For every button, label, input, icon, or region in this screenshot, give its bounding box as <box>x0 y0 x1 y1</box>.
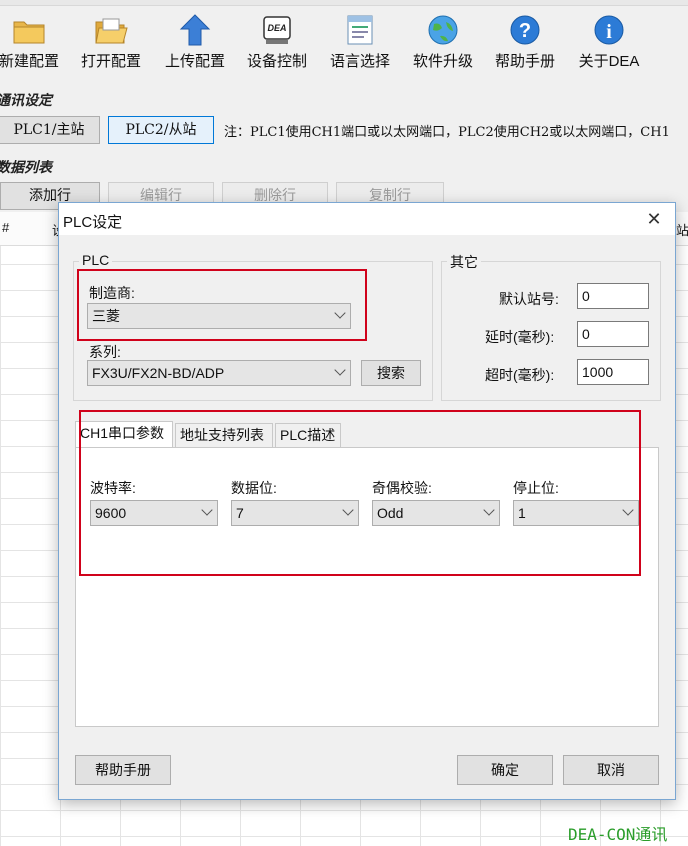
dea-device-icon: DEA <box>263 16 291 44</box>
stop-bits-select[interactable]: 1 <box>513 500 639 526</box>
language-select-button[interactable]: 语言选择 <box>324 14 396 72</box>
chevron-down-icon <box>622 504 634 516</box>
device-control-button[interactable]: DEA 设备控制 <box>242 14 312 72</box>
stopbits-value: 1 <box>518 505 526 521</box>
tab-plc-description[interactable]: PLC描述 <box>275 423 341 447</box>
comm-note-text: 注：PLC1使用CH1端口或以太网端口，PLC2使用CH2或以太网端口，CH1 <box>224 125 670 140</box>
manufacturer-label: 制造商: <box>89 285 135 301</box>
app-window: 新建配置 打开配置 上传配置 DEA 设备控制 语言选择 软件升级 ? 帮助手册… <box>0 0 688 846</box>
toolbar-label: 语言选择 <box>329 53 390 70</box>
chevron-down-icon <box>201 504 213 516</box>
chevron-down-icon <box>483 504 495 516</box>
ok-button[interactable]: 确定 <box>457 755 553 785</box>
toolbar-label: 帮助手册 <box>494 53 555 70</box>
databits-label: 数据位: <box>231 480 277 496</box>
plc1-master-button[interactable]: PLC1/主站 <box>0 116 100 144</box>
other-group-title: 其它 <box>447 252 481 272</box>
plc2-slave-button[interactable]: PLC2/从站 <box>108 116 214 144</box>
upload-config-button[interactable]: 上传配置 <box>160 14 230 72</box>
data-bits-select[interactable]: 7 <box>231 500 359 526</box>
tab-address-list[interactable]: 地址支持列表 <box>175 423 273 447</box>
series-value: FX3U/FX2N-BD/ADP <box>92 365 225 381</box>
delay-label: 延时(毫秒): <box>485 329 555 345</box>
toolbar-label: 打开配置 <box>80 53 141 70</box>
dialog-title: PLC设定 <box>63 214 123 231</box>
datalist-section-title: 数据列表 <box>0 159 52 175</box>
svg-text:i: i <box>606 21 612 43</box>
help-manual-button[interactable]: ? 帮助手册 <box>490 14 560 72</box>
about-dea-button[interactable]: i 关于DEA <box>574 14 644 72</box>
plc-group-title: PLC <box>79 252 113 268</box>
language-icon <box>347 15 373 45</box>
toolbar-label: 新建配置 <box>0 53 59 70</box>
dialog-titlebar[interactable]: PLC设定 ✕ <box>59 203 675 235</box>
chevron-down-icon <box>342 504 354 516</box>
baud-label: 波特率: <box>90 480 136 496</box>
manufacturer-value: 三菱 <box>92 308 120 324</box>
default-station-input[interactable]: 0 <box>577 283 649 309</box>
software-upgrade-button[interactable]: 软件升级 <box>408 14 478 72</box>
parity-label: 奇偶校验: <box>372 480 432 496</box>
tab-ch1-serial[interactable]: CH1串口参数 <box>75 421 173 447</box>
parity-select[interactable]: Odd <box>372 500 500 526</box>
chevron-down-icon <box>334 364 346 376</box>
toolbar-label: 关于DEA <box>578 53 640 70</box>
cancel-button[interactable]: 取消 <box>563 755 659 785</box>
column-header-right-partial: 站 <box>676 223 688 238</box>
search-button[interactable]: 搜索 <box>361 360 421 386</box>
timeout-input[interactable]: 1000 <box>577 359 649 385</box>
toolbar-label: 上传配置 <box>164 53 225 70</box>
parity-value: Odd <box>377 505 404 521</box>
baud-rate-select[interactable]: 9600 <box>90 500 218 526</box>
help-manual-dialog-button[interactable]: 帮助手册 <box>75 755 171 785</box>
open-config-button[interactable]: 打开配置 <box>76 14 146 72</box>
column-header-index: # <box>2 220 10 235</box>
comm-section-title: 通讯设定 <box>0 92 52 108</box>
upload-arrow-icon <box>179 14 211 46</box>
delay-input[interactable]: 0 <box>577 321 649 347</box>
folder-open-icon <box>95 18 128 44</box>
watermark-text: DEA-CON通讯 <box>568 825 668 844</box>
svg-text:DEA: DEA <box>267 23 286 33</box>
ch1-serial-panel: 波特率: 9600 数据位: 7 奇偶校验: Odd 停止位: 1 <box>75 447 659 727</box>
svg-text:?: ? <box>519 20 531 42</box>
databits-value: 7 <box>236 505 244 521</box>
series-select[interactable]: FX3U/FX2N-BD/ADP <box>87 360 351 386</box>
series-label: 系列: <box>89 344 121 360</box>
plc-settings-dialog: PLC设定 ✕ PLC 制造商: 三菱 系列: FX3U/FX2N-BD/ADP… <box>58 202 676 800</box>
toolbar-label: 设备控制 <box>246 53 307 70</box>
manufacturer-select[interactable]: 三菱 <box>87 303 351 329</box>
new-config-button[interactable]: 新建配置 <box>0 14 66 72</box>
main-toolbar: 新建配置 打开配置 上传配置 DEA 设备控制 语言选择 软件升级 ? 帮助手册… <box>0 6 688 72</box>
baud-value: 9600 <box>95 505 127 521</box>
toolbar-label: 软件升级 <box>412 53 473 70</box>
stopbits-label: 停止位: <box>513 480 559 496</box>
globe-icon <box>428 15 458 45</box>
dialog-tabs: CH1串口参数 地址支持列表 PLC描述 波特率: 9600 数据位: 7 奇偶… <box>73 421 659 727</box>
folder-new-icon <box>13 21 45 44</box>
default-station-label: 默认站号: <box>499 291 559 307</box>
close-icon[interactable]: ✕ <box>641 207 667 231</box>
chevron-down-icon <box>334 307 346 319</box>
help-icon: ? <box>510 15 540 45</box>
info-icon: i <box>594 15 624 45</box>
timeout-label: 超时(毫秒): <box>485 367 555 383</box>
